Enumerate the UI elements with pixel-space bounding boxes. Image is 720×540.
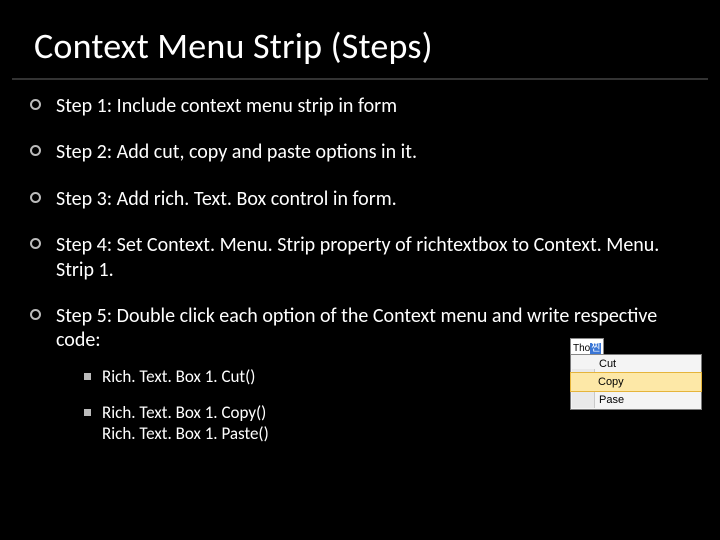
step-text: Step 1: Include context menu strip in fo… (56, 94, 397, 118)
code-text: Rich. Text. Box 1. Copy() (102, 402, 266, 423)
title-underline (12, 78, 708, 80)
step-text: Step 2: Add cut, copy and paste options … (56, 140, 417, 164)
step-item: Step 1: Include context menu strip in fo… (30, 94, 694, 140)
menu-item-label: Pase (599, 394, 624, 406)
code-text: Rich. Text. Box 1. Paste() (102, 423, 269, 444)
step-text: Step 3: Add rich. Text. Box control in f… (56, 187, 397, 211)
step-item: Step 3: Add rich. Text. Box control in f… (30, 187, 694, 233)
menu-item-cut[interactable]: Cut (571, 355, 701, 373)
code-text: Rich. Text. Box 1. Cut() (102, 366, 255, 387)
menu-item-label: Cut (599, 358, 616, 370)
step-item: Step 2: Add cut, copy and paste options … (30, 140, 694, 186)
menu-owner-tag: Tho찐 (570, 338, 604, 355)
menu-item-paste[interactable]: Pase (571, 391, 701, 409)
slide-title: Context Menu Strip (Steps) (0, 0, 720, 76)
step-item: Step 4: Set Context. Menu. Strip propert… (30, 233, 694, 304)
step-text: Step 5: Double click each option of the … (56, 304, 657, 352)
tag-plain: Tho (573, 343, 590, 354)
step-text: Step 4: Set Context. Menu. Strip propert… (56, 233, 659, 281)
context-menu-popup: Cut Copy Pase (570, 354, 702, 410)
context-menu-sample: Tho찐 Cut Copy Pase (570, 338, 702, 410)
slide-body: Step 1: Include context menu strip in fo… (0, 94, 720, 483)
menu-item-copy[interactable]: Copy (570, 372, 702, 392)
menu-item-label: Copy (598, 376, 624, 388)
tag-selected: 찐 (590, 343, 601, 354)
code-line: Rich. Text. Box 1. Copy() Rich. Text. Bo… (84, 403, 694, 460)
steps-list: Step 1: Include context menu strip in fo… (30, 94, 694, 483)
